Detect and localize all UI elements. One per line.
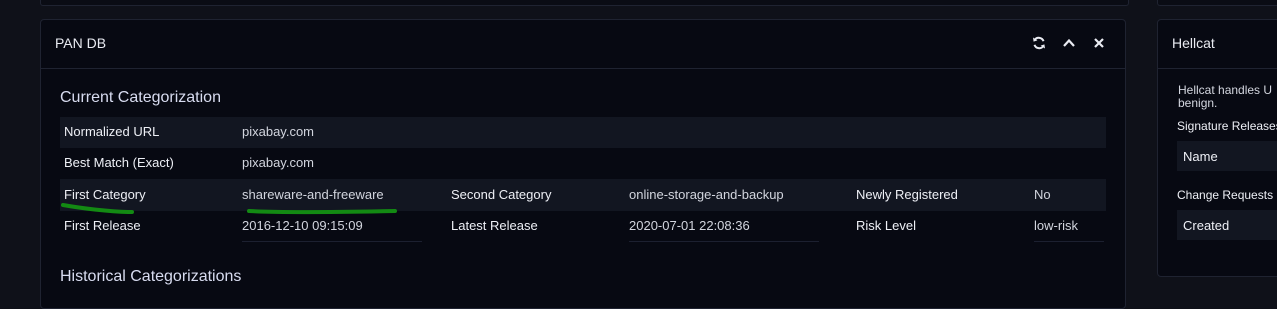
first-release-label: First Release — [64, 218, 141, 233]
name-column-header: Name — [1183, 149, 1218, 164]
divider — [242, 241, 422, 242]
change-requests-heading: Change Requests — [1177, 188, 1274, 202]
refresh-icon — [1033, 36, 1045, 50]
divider — [1034, 241, 1104, 242]
chevron-up-icon — [1063, 38, 1075, 47]
panel-title: PAN DB — [55, 35, 107, 51]
current-categorization-table: Normalized URL pixabay.com Best Match (E… — [60, 117, 1106, 242]
table-row: First Category shareware-and-freeware Se… — [60, 179, 1106, 211]
historical-categorizations-heading: Historical Categorizations — [60, 268, 242, 285]
change-requests-header-row: Created — [1177, 210, 1277, 240]
table-row: First Release 2016-12-10 09:15:09 Latest… — [60, 211, 1106, 242]
description-line: benign. — [1178, 96, 1218, 110]
panel-actions — [1031, 35, 1107, 51]
best-match-label: Best Match (Exact) — [64, 155, 174, 170]
first-release-value: 2016-12-10 09:15:09 — [242, 218, 363, 233]
divider — [629, 241, 819, 242]
close-icon — [1094, 38, 1104, 48]
latest-release-value: 2020-07-01 22:08:36 — [629, 218, 750, 233]
refresh-button[interactable] — [1031, 35, 1047, 51]
normalized-url-value: pixabay.com — [242, 124, 315, 139]
created-column-header: Created — [1183, 218, 1230, 233]
best-match-value: pixabay.com — [242, 155, 315, 170]
previous-panel-edge — [40, 0, 1129, 6]
hellcat-description: Hellcat handles U benign. — [1178, 84, 1277, 110]
hellcat-panel: Hellcat Hellcat handles U benign. Signat… — [1157, 19, 1277, 277]
close-button[interactable] — [1091, 35, 1107, 51]
previous-side-panel-edge — [1157, 0, 1277, 6]
newly-registered-value: No — [1034, 187, 1051, 202]
first-category-value: shareware-and-freeware — [242, 187, 384, 202]
collapse-button[interactable] — [1061, 35, 1077, 51]
newly-registered-label: Newly Registered — [856, 187, 958, 202]
current-categorization-heading: Current Categorization — [60, 89, 221, 106]
panel-header: PAN DB — [41, 20, 1125, 69]
signature-releases-header-row: Name — [1177, 141, 1277, 171]
latest-release-label: Latest Release — [451, 218, 538, 233]
second-category-value: online-storage-and-backup — [629, 187, 784, 202]
risk-level-value: low-risk — [1034, 218, 1079, 233]
first-category-label: First Category — [64, 187, 146, 202]
signature-releases-heading: Signature Releases — [1177, 119, 1277, 133]
table-row: Best Match (Exact) pixabay.com — [60, 148, 1106, 179]
normalized-url-label: Normalized URL — [64, 124, 160, 139]
side-panel-title: Hellcat — [1172, 35, 1215, 51]
risk-level-label: Risk Level — [856, 218, 916, 233]
second-category-label: Second Category — [451, 187, 552, 202]
side-panel-header: Hellcat — [1158, 20, 1277, 69]
table-row: Normalized URL pixabay.com — [60, 117, 1106, 148]
